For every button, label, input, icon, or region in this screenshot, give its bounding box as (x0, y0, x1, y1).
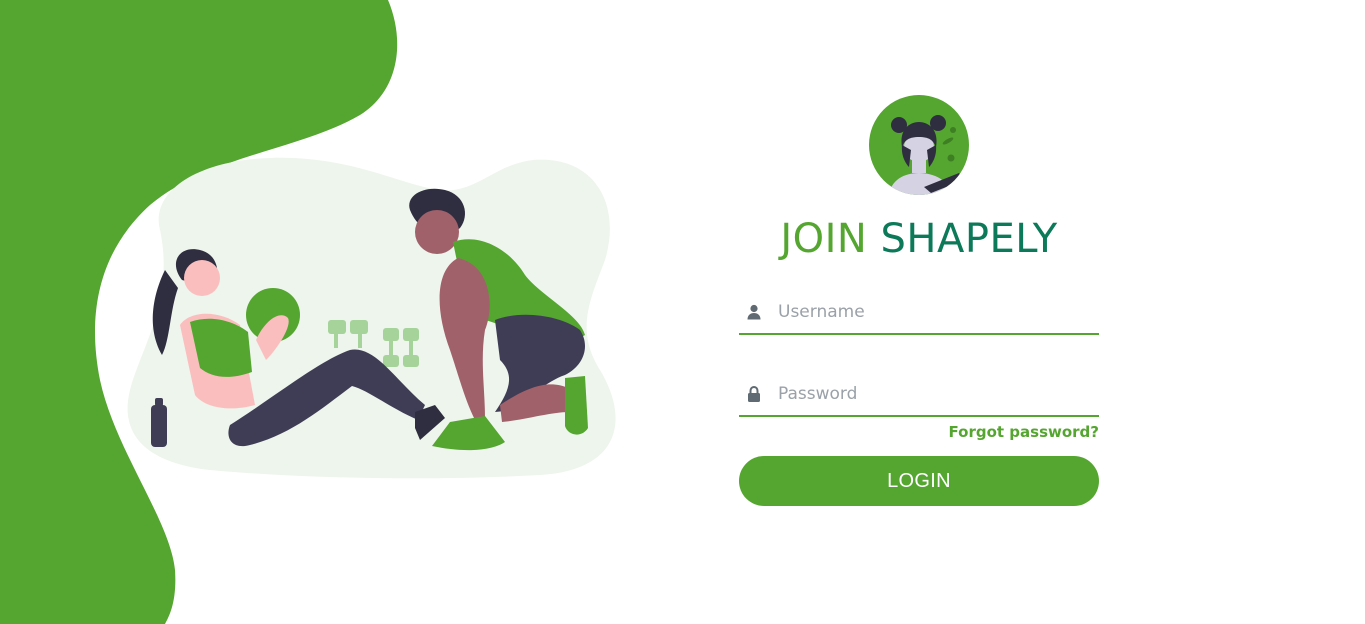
avatar-icon (869, 95, 969, 195)
page-title: JOIN SHAPELY (739, 215, 1099, 263)
water-bottle-icon (151, 398, 167, 447)
workout-illustration (127, 157, 616, 479)
login-page: JOIN SHAPELY Forgot password? LOGIN (0, 0, 1365, 624)
forgot-password-link[interactable]: Forgot password? (739, 423, 1100, 441)
username-field (739, 291, 1099, 335)
user-icon (747, 304, 761, 320)
title-word-shapely: SHAPELY (880, 216, 1058, 262)
password-input[interactable] (778, 384, 1078, 404)
login-button[interactable]: LOGIN (739, 456, 1099, 506)
lock-icon (748, 386, 760, 402)
username-input[interactable] (778, 302, 1078, 322)
title-word-join: JOIN (780, 216, 868, 262)
password-field (739, 373, 1099, 417)
login-panel: JOIN SHAPELY Forgot password? LOGIN (739, 95, 1099, 506)
